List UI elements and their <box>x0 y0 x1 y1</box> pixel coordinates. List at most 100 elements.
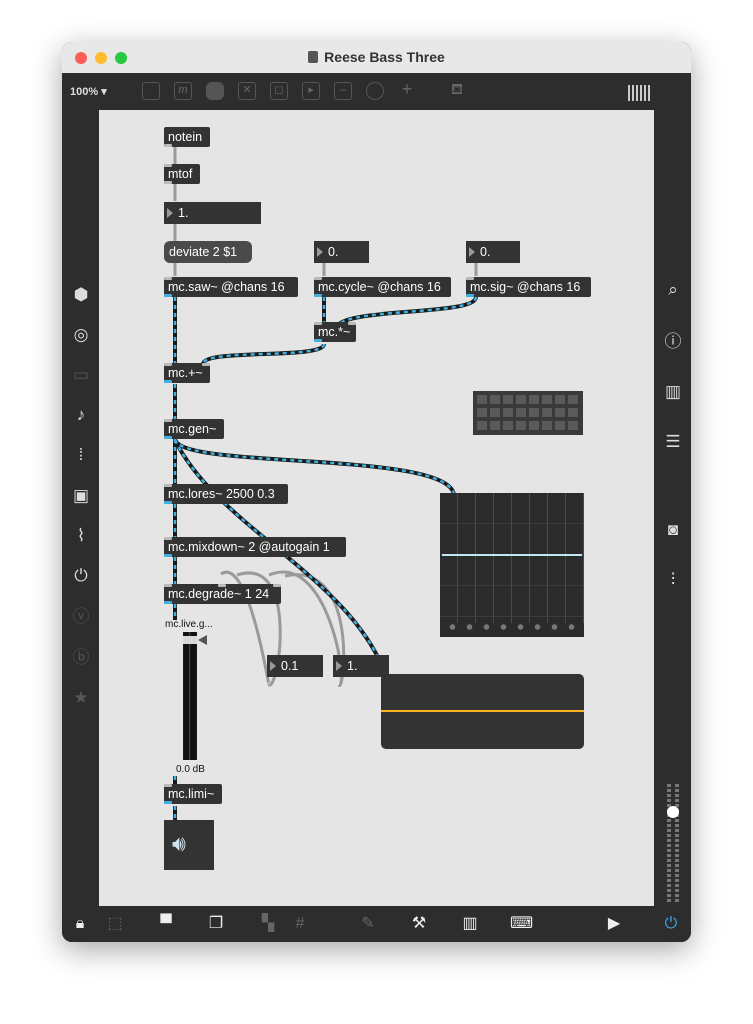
inlet[interactable] <box>164 363 172 366</box>
mc-cycle-object[interactable]: mc.cycle~ @chans 16 <box>314 277 451 297</box>
transport-play-icon[interactable]: ▶ <box>603 914 625 934</box>
plug-icon[interactable]: ⏻ <box>71 566 91 586</box>
outlet[interactable] <box>164 380 172 383</box>
outlet[interactable] <box>164 181 172 184</box>
add-objects-icon[interactable]: ✎ <box>357 914 379 934</box>
cycle-number-box[interactable]: 0. <box>314 241 369 263</box>
sequence-icon[interactable]: ⁞ <box>71 445 91 465</box>
meter-left-channel <box>184 632 190 760</box>
outlet[interactable] <box>164 601 172 604</box>
reference-book-icon[interactable]: ▥ <box>663 382 683 402</box>
number-icon[interactable]: ▸ <box>302 82 320 100</box>
ezdac-speaker[interactable]: 🔊︎ <box>164 820 214 870</box>
list-icon[interactable]: ☰ <box>663 432 683 452</box>
mc-lores-object[interactable]: mc.lores~ 2500 0.3 <box>164 484 288 504</box>
info-icon[interactable]: ⓘ <box>663 332 683 352</box>
new-message-icon[interactable]: m <box>174 82 192 100</box>
outlet[interactable] <box>164 501 172 504</box>
outlet[interactable] <box>164 144 172 147</box>
zoom-level: 100% <box>70 86 99 98</box>
star-icon[interactable]: ★ <box>71 688 91 708</box>
image-icon[interactable]: ▣ <box>71 486 91 506</box>
piano-icon[interactable]: ▥ <box>459 914 481 934</box>
gain-slider-triangle-icon[interactable] <box>198 635 207 645</box>
inlet[interactable] <box>314 277 322 280</box>
plus-icon[interactable]: + <box>398 80 416 100</box>
volume-fader[interactable] <box>665 784 681 904</box>
wrench-icon[interactable]: ⚒ <box>408 914 430 934</box>
grid-icon[interactable]: # <box>289 914 311 934</box>
inlet[interactable] <box>164 784 172 787</box>
device-icon[interactable]: ▭ <box>71 365 91 385</box>
fader-knob[interactable] <box>667 806 679 818</box>
paperclip-icon[interactable]: ⌇ <box>71 526 91 546</box>
target-icon[interactable]: ◎ <box>71 325 91 345</box>
multislider-dots <box>444 623 580 631</box>
mtof-object[interactable]: mtof <box>164 164 200 184</box>
presentation-icon[interactable]: ▀ <box>155 914 177 934</box>
outlet[interactable] <box>164 294 172 297</box>
inlet[interactable] <box>273 584 281 587</box>
zoom-menu[interactable]: 100% ▾ <box>70 85 107 98</box>
dial-icon[interactable] <box>366 82 384 100</box>
debug-icon[interactable]: ▚ <box>257 914 279 934</box>
deviate-message[interactable]: deviate 2 $1 <box>164 241 252 263</box>
mixer-icon[interactable]: ⫶ <box>663 570 683 590</box>
mc-gen-object[interactable]: mc.gen~ <box>164 419 224 439</box>
toggle-icon[interactable]: ◻ <box>270 82 288 100</box>
outlet[interactable] <box>314 294 322 297</box>
snapshot-icon[interactable]: ◙ <box>663 520 683 540</box>
title-bar: Reese Bass Three <box>62 42 691 74</box>
paint-bucket-icon[interactable]: ⛾ <box>448 82 466 100</box>
window-title-text: Reese Bass Three <box>324 49 445 65</box>
multislider-display[interactable] <box>440 493 584 637</box>
inlet[interactable] <box>218 584 226 587</box>
mc-multiply-object[interactable]: mc.*~ <box>314 322 356 342</box>
inlet[interactable] <box>348 322 356 325</box>
comment-icon[interactable] <box>206 82 224 100</box>
inlet[interactable] <box>202 363 210 366</box>
grid-view-icon[interactable] <box>628 85 650 101</box>
inlet[interactable] <box>164 537 172 540</box>
lock-icon[interactable]: 🔒︎ <box>69 914 91 934</box>
bpatcher-icon[interactable]: ⓑ <box>71 648 91 668</box>
music-note-icon[interactable]: ♪ <box>71 405 91 425</box>
mc-degrade-object[interactable]: mc.degrade~ 1 24 <box>164 584 281 604</box>
outlet[interactable] <box>164 436 172 439</box>
scope-display[interactable] <box>381 674 584 749</box>
search-icon[interactable]: ⌕ <box>663 280 683 300</box>
inlet[interactable] <box>164 484 172 487</box>
mc-plus-object[interactable]: mc.+~ <box>164 363 210 383</box>
frequency-number-box[interactable]: 1. <box>164 202 261 224</box>
keyboard-icon[interactable]: ⌨ <box>510 914 533 934</box>
inlet[interactable] <box>164 164 172 167</box>
inlet[interactable] <box>164 419 172 422</box>
button-icon[interactable]: ✕ <box>238 82 256 100</box>
patcher-canvas[interactable]: notein mtof 1. deviate 2 $1 0. 0. mc.saw… <box>99 110 654 906</box>
vimeo-icon[interactable]: ⓥ <box>71 607 91 627</box>
inlet[interactable] <box>164 584 172 587</box>
mc-mixdown-object[interactable]: mc.mixdown~ 2 @autogain 1 <box>164 537 346 557</box>
new-object-icon[interactable] <box>142 82 160 100</box>
outlet[interactable] <box>314 339 322 342</box>
inlet[interactable] <box>164 277 172 280</box>
slider-icon[interactable]: – <box>334 82 352 100</box>
outlet[interactable] <box>164 801 172 804</box>
sig-number-box[interactable]: 0. <box>466 241 520 263</box>
button-grid[interactable] <box>473 391 583 435</box>
audio-power-icon[interactable]: ⏻ <box>660 914 682 934</box>
mc-limi-object[interactable]: mc.limi~ <box>164 784 222 804</box>
new-view-icon[interactable]: ❐ <box>205 914 227 934</box>
outlet[interactable] <box>466 294 474 297</box>
notein-object[interactable]: notein <box>164 127 210 147</box>
inlet[interactable] <box>466 277 474 280</box>
outlet[interactable] <box>164 554 172 557</box>
mc-sig-object[interactable]: mc.sig~ @chans 16 <box>466 277 591 297</box>
degrade-number-b[interactable]: 1. <box>333 655 389 677</box>
inlet[interactable] <box>314 322 322 325</box>
select-icon[interactable]: ⬚ <box>104 914 126 934</box>
mc-saw-object[interactable]: mc.saw~ @chans 16 <box>164 277 298 297</box>
degrade-number-a[interactable]: 0.1 <box>267 655 323 677</box>
cube-icon[interactable]: ⬢ <box>71 285 91 305</box>
live-gain-meter[interactable] <box>183 632 197 760</box>
